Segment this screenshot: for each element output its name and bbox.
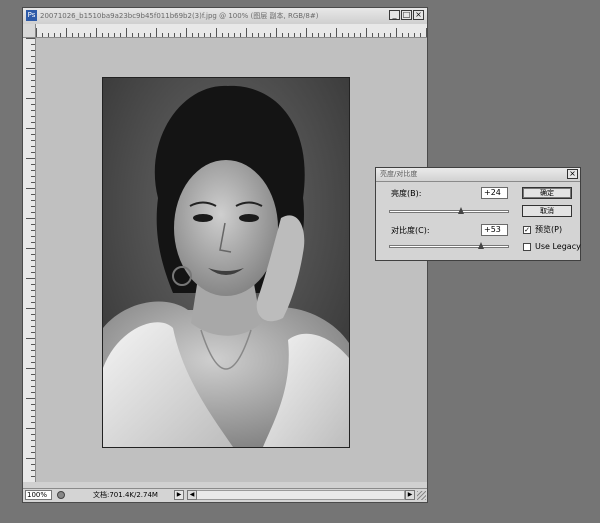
portrait-photo[interactable] <box>102 77 350 448</box>
use-legacy-checkbox[interactable] <box>523 243 531 251</box>
status-menu-arrow-icon[interactable]: ▶ <box>174 490 184 500</box>
document-window: Ps 20071026_b1510ba9a23bc9b45f011b69b2(3… <box>22 7 428 503</box>
contrast-slider[interactable] <box>389 242 509 249</box>
close-button[interactable]: × <box>413 10 424 20</box>
use-legacy-label: Use Legacy <box>535 242 581 251</box>
preview-label: 预览(P) <box>535 225 563 234</box>
scroll-right-button[interactable]: ▶ <box>405 490 415 500</box>
contrast-label: 对比度(C): <box>391 226 430 235</box>
document-size: 文档:701.4K/2.74M <box>93 491 158 499</box>
horizontal-ruler[interactable] <box>36 24 427 38</box>
contrast-slider-thumb[interactable] <box>477 242 484 249</box>
scroll-left-button[interactable]: ◀ <box>187 490 197 500</box>
preview-checkbox[interactable]: ✓ <box>523 226 531 234</box>
minimize-button[interactable]: _ <box>389 10 400 20</box>
zoom-field[interactable]: 100% <box>25 490 52 500</box>
vertical-ruler[interactable] <box>23 38 36 482</box>
brightness-input[interactable]: +24 <box>481 187 508 199</box>
maximize-button[interactable]: □ <box>401 10 412 20</box>
document-titlebar[interactable]: Ps 20071026_b1510ba9a23bc9b45f011b69b2(3… <box>23 8 427 25</box>
horizontal-scrollbar[interactable] <box>187 490 405 500</box>
ruler-origin[interactable] <box>23 24 36 38</box>
ok-button[interactable]: 确定 <box>522 187 572 199</box>
resize-grip[interactable] <box>417 491 426 500</box>
dialog-titlebar[interactable]: 亮度/对比度 × <box>376 168 580 182</box>
brightness-label: 亮度(B): <box>391 189 422 198</box>
brightness-slider[interactable] <box>389 207 509 214</box>
canvas-area[interactable] <box>36 38 427 482</box>
brightness-slider-thumb[interactable] <box>457 207 464 214</box>
portrait-photo-image <box>103 78 349 447</box>
status-info-icon[interactable] <box>57 491 65 499</box>
status-bar: 100% 文档:701.4K/2.74M ▶ ◀ ▶ <box>23 488 427 502</box>
dialog-title: 亮度/对比度 <box>380 170 418 178</box>
document-title: 20071026_b1510ba9a23bc9b45f011b69b2(3)f.… <box>40 12 319 20</box>
contrast-input[interactable]: +53 <box>481 224 508 236</box>
cancel-button[interactable]: 取消 <box>522 205 572 217</box>
photoshop-icon: Ps <box>26 10 37 21</box>
dialog-close-button[interactable]: × <box>567 169 578 179</box>
